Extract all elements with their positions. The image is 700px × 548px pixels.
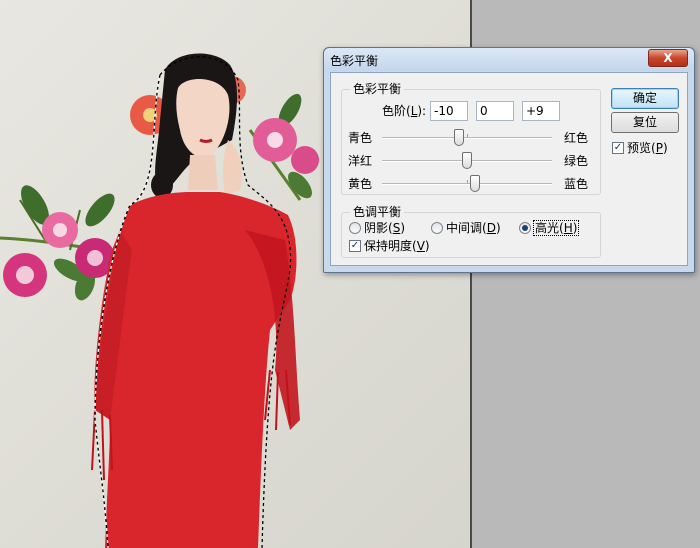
ok-button[interactable]: 确定 [611, 88, 679, 109]
magenta-green-slider[interactable] [382, 152, 552, 169]
levels-label: 色阶(L): [382, 104, 427, 118]
dialog-client-area: 色彩平衡 色阶(L): -10 0 +9 青色 红色 洋红 绿色 黄色 蓝色 色… [330, 72, 688, 266]
magenta-green-slider-thumb[interactable] [462, 152, 472, 169]
cyan-red-slider-thumb[interactable] [453, 129, 464, 146]
preview-label: 预览(P) [627, 141, 668, 155]
preview-checkbox[interactable]: ✓ [612, 142, 624, 154]
close-button[interactable]: X [648, 49, 688, 67]
dialog-title: 色彩平衡 [330, 54, 379, 68]
yellow-blue-slider-thumb[interactable] [469, 175, 480, 192]
levels-input-yellow-blue[interactable]: +9 [522, 101, 560, 121]
slider-green-label: 绿色 [564, 154, 589, 168]
slider-blue-label: 蓝色 [564, 177, 589, 191]
midtones-label: 中间调(D) [446, 221, 501, 235]
midtones-radio[interactable] [431, 222, 443, 234]
color-balance-group: 色彩平衡 色阶(L): -10 0 +9 青色 红色 洋红 绿色 黄色 蓝色 [341, 82, 601, 195]
preserve-luminosity-label: 保持明度(V) [364, 239, 430, 253]
dialog-titlebar[interactable]: 色彩平衡 X [324, 48, 694, 71]
preserve-luminosity-checkbox[interactable]: ✓ [349, 240, 361, 252]
slider-center-tick [467, 180, 468, 183]
highlights-label: 高光(H) [533, 220, 580, 236]
highlights-radio[interactable] [519, 222, 531, 234]
color-balance-dialog: 色彩平衡 X 色彩平衡 色阶(L): -10 0 +9 青色 红色 洋红 绿色 [323, 47, 695, 273]
slider-cyan-label: 青色 [348, 131, 373, 145]
reset-button[interactable]: 复位 [611, 112, 679, 133]
shadows-radio[interactable] [349, 222, 361, 234]
slider-center-tick [467, 134, 468, 137]
shadows-label: 阴影(S) [364, 221, 405, 235]
slider-red-label: 红色 [564, 131, 589, 145]
tone-balance-group: 色调平衡 阴影(S) 中间调(D) 高光(H) ✓ 保持明度(V) [341, 205, 601, 258]
slider-magenta-label: 洋红 [348, 154, 373, 168]
levels-input-magenta-green[interactable]: 0 [476, 101, 514, 121]
levels-input-cyan-red[interactable]: -10 [430, 101, 468, 121]
cyan-red-slider[interactable] [382, 129, 552, 146]
yellow-blue-slider[interactable] [382, 175, 552, 192]
color-balance-group-legend: 色彩平衡 [350, 82, 405, 96]
slider-yellow-label: 黄色 [348, 177, 373, 191]
tone-balance-group-legend: 色调平衡 [350, 205, 405, 219]
